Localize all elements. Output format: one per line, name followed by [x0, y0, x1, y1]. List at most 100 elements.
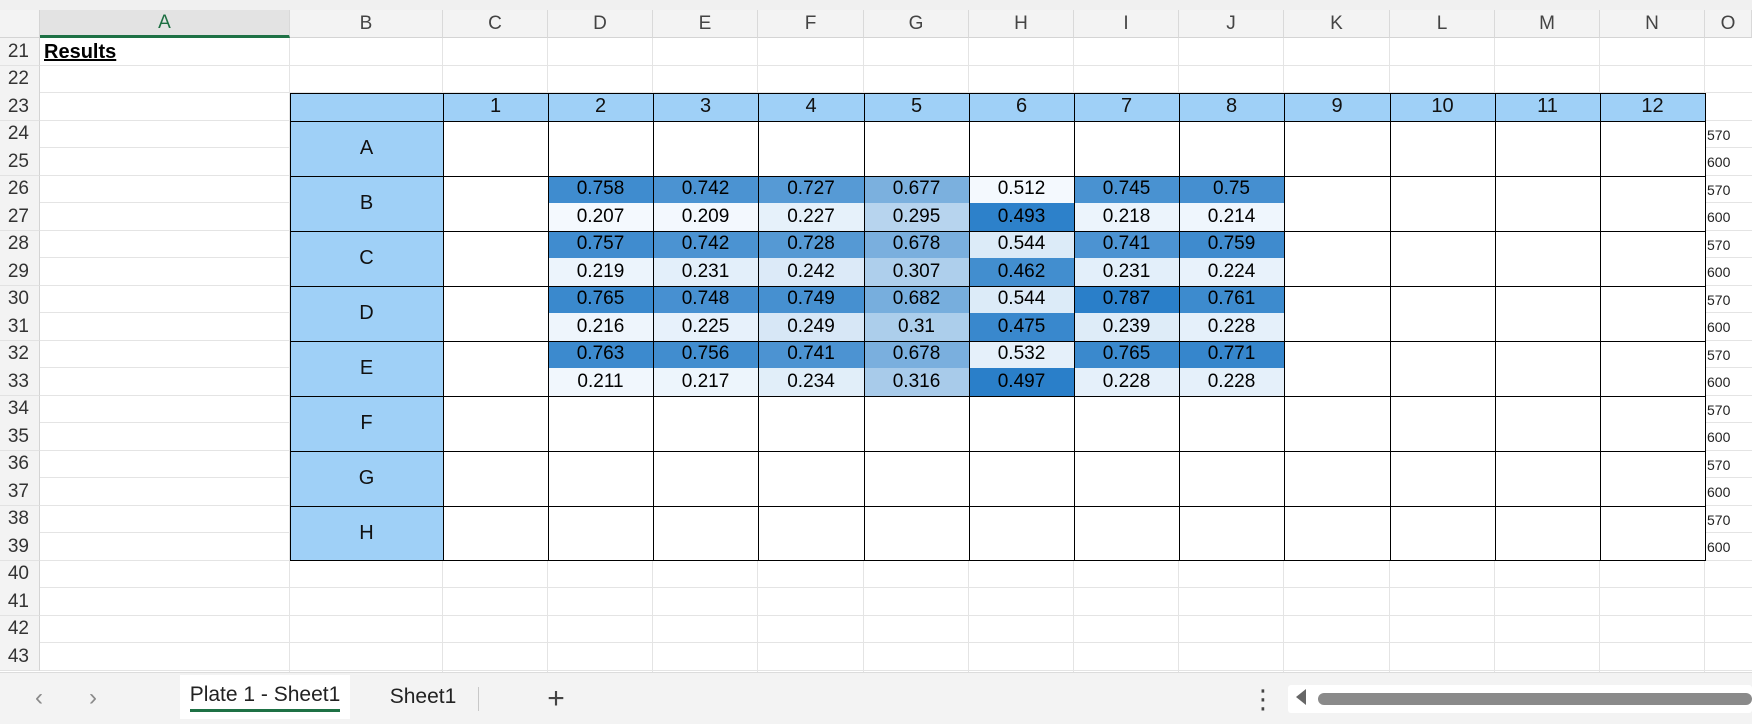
- plate-well-value[interactable]: 0.225: [653, 313, 758, 341]
- wavelength-label[interactable]: 570: [1705, 231, 1752, 259]
- plate-well-value[interactable]: 0.763: [548, 340, 653, 368]
- plate-well-value[interactable]: 0.209: [653, 203, 758, 231]
- more-vertical-icon[interactable]: ⋮: [1250, 683, 1276, 715]
- plate-well-empty[interactable]: [443, 450, 548, 506]
- plate-well-empty[interactable]: [1495, 450, 1600, 506]
- plate-well-empty[interactable]: [864, 395, 969, 451]
- column-header-n[interactable]: N: [1600, 10, 1705, 38]
- plate-well-empty[interactable]: [864, 450, 969, 506]
- plate-col-label[interactable]: 2: [548, 93, 653, 121]
- plate-well-empty[interactable]: [969, 395, 1074, 451]
- plate-well-empty[interactable]: [443, 230, 548, 286]
- plate-well-empty[interactable]: [1074, 505, 1179, 561]
- plate-well-value[interactable]: 0.758: [548, 175, 653, 203]
- plate-well-value[interactable]: 0.678: [864, 340, 969, 368]
- plate-well-value[interactable]: 0.228: [1179, 368, 1284, 396]
- plate-well-empty[interactable]: [1179, 450, 1284, 506]
- plate-well-empty[interactable]: [969, 450, 1074, 506]
- plate-well-value[interactable]: 0.742: [653, 175, 758, 203]
- plate-well-value[interactable]: 0.742: [653, 230, 758, 258]
- plate-well-value[interactable]: 0.728: [758, 230, 864, 258]
- plate-col-label[interactable]: 12: [1600, 93, 1705, 121]
- chevron-left-icon[interactable]: ‹: [24, 683, 54, 713]
- plate-well-empty[interactable]: [1390, 230, 1495, 286]
- plate-well-empty[interactable]: [1600, 175, 1705, 231]
- plate-well-empty[interactable]: [1495, 120, 1600, 176]
- column-header-g[interactable]: G: [864, 10, 969, 38]
- row-header-22[interactable]: 22: [0, 65, 40, 94]
- plate-well-empty[interactable]: [1495, 230, 1600, 286]
- plate-well-value[interactable]: 0.75: [1179, 175, 1284, 203]
- plate-well-empty[interactable]: [1495, 505, 1600, 561]
- plate-well-value[interactable]: 0.249: [758, 313, 864, 341]
- column-header-e[interactable]: E: [653, 10, 758, 38]
- column-header-h[interactable]: H: [969, 10, 1074, 38]
- plate-well-value[interactable]: 0.727: [758, 175, 864, 203]
- plate-well-value[interactable]: 0.771: [1179, 340, 1284, 368]
- plate-well-value[interactable]: 0.216: [548, 313, 653, 341]
- plate-row-label[interactable]: D: [290, 285, 443, 341]
- plate-well-value[interactable]: 0.512: [969, 175, 1074, 203]
- plate-row-label[interactable]: H: [290, 505, 443, 561]
- column-header-l[interactable]: L: [1390, 10, 1495, 38]
- plate-well-empty[interactable]: [1284, 395, 1390, 451]
- plate-well-value[interactable]: 0.242: [758, 258, 864, 286]
- wavelength-label[interactable]: 570: [1705, 121, 1752, 149]
- row-header-24[interactable]: 24: [0, 120, 40, 149]
- wavelength-label[interactable]: 570: [1705, 396, 1752, 424]
- plate-well-value[interactable]: 0.748: [653, 285, 758, 313]
- plate-well-empty[interactable]: [653, 120, 758, 176]
- plate-well-value[interactable]: 0.765: [1074, 340, 1179, 368]
- plate-row-label[interactable]: A: [290, 120, 443, 176]
- row-header-39[interactable]: 39: [0, 533, 40, 561]
- plate-well-value[interactable]: 0.214: [1179, 203, 1284, 231]
- plate-col-label[interactable]: 6: [969, 93, 1074, 121]
- plate-well-empty[interactable]: [1074, 450, 1179, 506]
- plate-well-empty[interactable]: [1390, 395, 1495, 451]
- wavelength-label[interactable]: 600: [1705, 423, 1752, 451]
- plate-well-value[interactable]: 0.307: [864, 258, 969, 286]
- row-header-27[interactable]: 27: [0, 203, 40, 231]
- plate-well-value[interactable]: 0.497: [969, 368, 1074, 396]
- wavelength-label[interactable]: 570: [1705, 341, 1752, 369]
- plate-row-label[interactable]: F: [290, 395, 443, 451]
- plate-well-empty[interactable]: [758, 120, 864, 176]
- plate-well-empty[interactable]: [548, 120, 653, 176]
- plate-well-empty[interactable]: [1284, 505, 1390, 561]
- row-header-25[interactable]: 25: [0, 148, 40, 176]
- row-header-31[interactable]: 31: [0, 313, 40, 341]
- plate-well-empty[interactable]: [864, 505, 969, 561]
- plate-well-value[interactable]: 0.234: [758, 368, 864, 396]
- plate-well-value[interactable]: 0.765: [548, 285, 653, 313]
- row-header-38[interactable]: 38: [0, 505, 40, 534]
- plate-col-label[interactable]: 7: [1074, 93, 1179, 121]
- plate-well-value[interactable]: 0.224: [1179, 258, 1284, 286]
- row-header-40[interactable]: 40: [0, 560, 40, 589]
- plate-well-empty[interactable]: [1495, 175, 1600, 231]
- plate-well-empty[interactable]: [969, 120, 1074, 176]
- plate-well-value[interactable]: 0.207: [548, 203, 653, 231]
- spreadsheet-grid[interactable]: ABCDEFGHIJKLMNO 21 22 23 24 25 26 27 28 29 30 31 32…: [0, 0, 1752, 672]
- column-header-b[interactable]: B: [290, 10, 443, 38]
- row-header-29[interactable]: 29: [0, 258, 40, 286]
- plate-well-empty[interactable]: [1600, 450, 1705, 506]
- plate-well-empty[interactable]: [443, 175, 548, 231]
- plate-well-empty[interactable]: [1390, 505, 1495, 561]
- plate-well-value[interactable]: 0.316: [864, 368, 969, 396]
- plate-well-empty[interactable]: [1390, 285, 1495, 341]
- plate-well-value[interactable]: 0.493: [969, 203, 1074, 231]
- plate-well-value[interactable]: 0.682: [864, 285, 969, 313]
- plate-well-empty[interactable]: [1600, 505, 1705, 561]
- plate-col-label[interactable]: 9: [1284, 93, 1390, 121]
- plate-well-empty[interactable]: [1495, 340, 1600, 396]
- plate-well-value[interactable]: 0.211: [548, 368, 653, 396]
- plate-well-empty[interactable]: [758, 395, 864, 451]
- plate-well-empty[interactable]: [653, 395, 758, 451]
- plate-well-value[interactable]: 0.761: [1179, 285, 1284, 313]
- wavelength-label[interactable]: 600: [1705, 313, 1752, 341]
- plate-well-value[interactable]: 0.787: [1074, 285, 1179, 313]
- plus-icon[interactable]: +: [540, 682, 572, 715]
- wavelength-label[interactable]: 570: [1705, 451, 1752, 479]
- plate-well-empty[interactable]: [1600, 340, 1705, 396]
- plate-well-value[interactable]: 0.231: [1074, 258, 1179, 286]
